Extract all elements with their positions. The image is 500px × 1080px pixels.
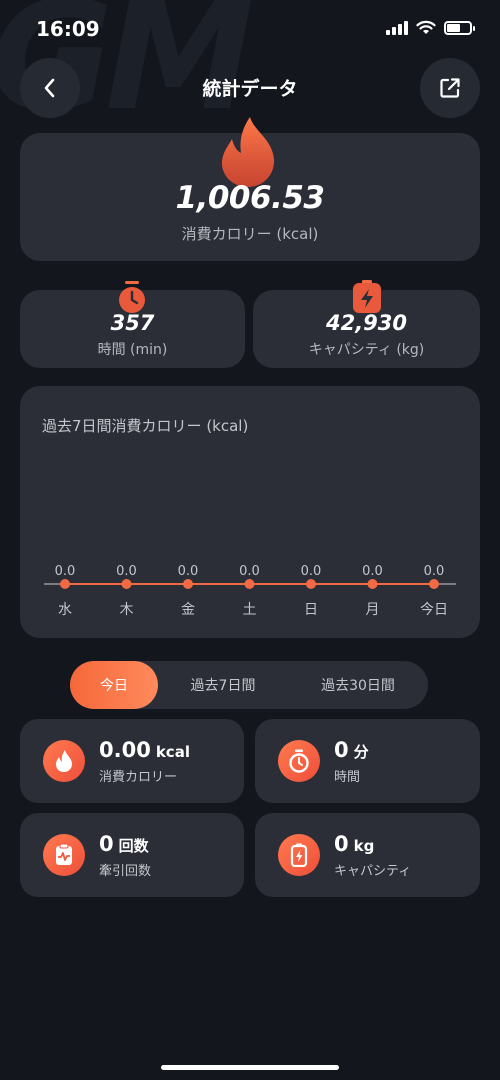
- pull-count-metric-unit: 回数: [118, 837, 149, 855]
- chart-point: [60, 579, 70, 589]
- chart-data-label: 0.0: [239, 564, 260, 579]
- chart-point: [367, 579, 378, 589]
- time-metric-value: 0: [334, 738, 349, 762]
- flame-icon: [221, 117, 275, 187]
- time-metric-card: 0 分 時間: [255, 719, 480, 803]
- battery-bolt-icon: [353, 280, 381, 313]
- chart-x-tick-label: 土: [243, 602, 257, 618]
- chart-x-tick-label: 月: [366, 602, 380, 618]
- signal-icon: [386, 20, 408, 35]
- chart-plot: 0.0 水 0.0 木 0.0 金 0.0 土 0.0 日 0.0 月 0.0 今日: [44, 564, 456, 618]
- calories-metric-unit: kcal: [155, 743, 190, 761]
- calories-metric-label: 消費カロリー: [99, 770, 178, 785]
- chart-point: [306, 579, 316, 589]
- status-icons: [386, 20, 475, 35]
- chart-point: [244, 579, 255, 589]
- weekly-calories-chart: 過去7日間消費カロリー (kcal) 0.0 水 0.0 木 0.0 金 0.0 土 0.0 日 0…: [20, 386, 480, 638]
- chart-data-label: 0.0: [362, 564, 383, 579]
- share-button[interactable]: [420, 58, 480, 118]
- flame-icon: [43, 740, 85, 782]
- tab-today[interactable]: 今日: [70, 661, 158, 709]
- pull-count-metric-card: 0 回数 牽引回数: [20, 813, 244, 897]
- chart-point: [121, 579, 132, 589]
- total-calories-value: 1,006.53: [175, 180, 325, 216]
- total-time-value: 357: [110, 311, 155, 335]
- calories-summary-card: 1,006.53 消費カロリー (kcal): [20, 117, 480, 261]
- home-indicator[interactable]: [161, 1065, 339, 1070]
- total-capacity-label: キャパシティ (kg): [308, 342, 425, 358]
- total-time-card: 357 時間 (min): [20, 281, 245, 368]
- period-tabs: 今日 過去7日間 過去30日間: [70, 661, 428, 709]
- calories-metric-value: 0.00: [99, 738, 151, 762]
- pull-count-metric-value: 0: [99, 832, 114, 856]
- clipboard-pulse-icon: [43, 834, 85, 876]
- battery-bolt-icon: [278, 834, 320, 876]
- stopwatch-icon: [278, 740, 320, 782]
- capacity-metric-card: 0 kg キャパシティ: [255, 813, 480, 897]
- calories-metric-card: 0.00 kcal 消費カロリー: [20, 719, 244, 803]
- total-time-label: 時間 (min): [97, 342, 168, 358]
- chart-x-tick-label: 水: [58, 602, 72, 618]
- chart-point: [429, 579, 439, 589]
- chart-data-label: 0.0: [301, 564, 322, 579]
- capacity-metric-unit: kg: [353, 837, 375, 855]
- status-time: 16:09: [36, 17, 100, 41]
- total-capacity-value: 42,930: [325, 311, 408, 335]
- chart-data-label: 0.0: [55, 564, 76, 579]
- time-metric-unit: 分: [353, 743, 369, 761]
- chart-x-tick-label: 木: [120, 602, 134, 618]
- tab-last-30-days[interactable]: 過去30日間: [296, 661, 420, 709]
- chart-data-label: 0.0: [424, 564, 445, 579]
- capacity-metric-label: キャパシティ: [334, 864, 412, 879]
- chart-x-tick-label: 日: [304, 602, 318, 618]
- chart-data-label: 0.0: [116, 564, 137, 579]
- chart-point: [183, 579, 193, 589]
- pull-count-metric-label: 牽引回数: [99, 864, 152, 879]
- external-link-icon: [440, 78, 460, 98]
- battery-icon: [444, 20, 475, 35]
- capacity-metric-value: 0: [334, 832, 349, 856]
- chart-x-tick-label: 今日: [420, 602, 448, 618]
- chart-data-label: 0.0: [178, 564, 199, 579]
- tab-last-7-days[interactable]: 過去7日間: [164, 661, 282, 709]
- total-calories-label: 消費カロリー (kcal): [181, 225, 319, 243]
- total-capacity-card: 42,930 キャパシティ (kg): [253, 280, 480, 368]
- status-bar: 16:09: [0, 0, 500, 56]
- wifi-icon: [416, 20, 436, 34]
- stopwatch-icon: [119, 281, 145, 313]
- chart-x-tick-label: 金: [181, 602, 195, 618]
- time-metric-label: 時間: [334, 770, 361, 785]
